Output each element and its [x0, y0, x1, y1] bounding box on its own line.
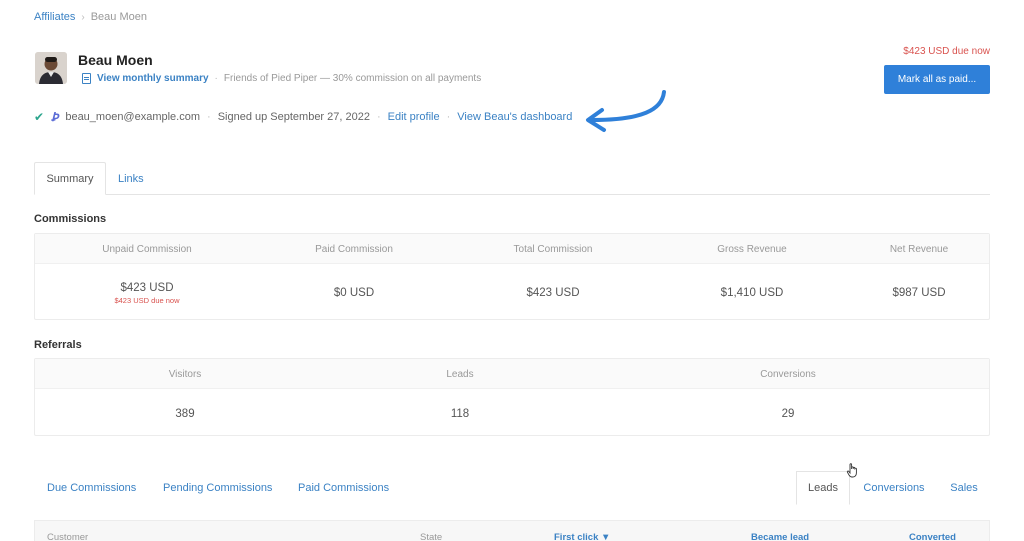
- due-now-label: $423 USD due now: [903, 46, 990, 57]
- visitors-value: 389: [175, 408, 195, 420]
- breadcrumb-current: Beau Moen: [90, 11, 147, 23]
- affiliate-name: Beau Moen: [78, 52, 153, 68]
- breadcrumb-affiliates-link[interactable]: Affiliates: [34, 11, 75, 23]
- commissions-title: Commissions: [34, 213, 107, 225]
- avatar: [35, 52, 67, 84]
- paid-commission-value: $0 USD: [333, 287, 375, 299]
- tab-due-commissions[interactable]: Due Commissions: [47, 471, 136, 505]
- signup-date: Signed up September 27, 2022: [217, 111, 370, 123]
- separator-dot: ·: [214, 73, 218, 84]
- referrals-title: Referrals: [34, 339, 82, 351]
- conversions-value: 29: [781, 408, 795, 420]
- total-commission-label: Total Commission: [513, 243, 593, 255]
- column-first-click[interactable]: First click ▼: [554, 532, 610, 541]
- column-state[interactable]: State: [420, 532, 442, 541]
- tab-summary[interactable]: Summary: [34, 162, 106, 195]
- breadcrumb-separator: ›: [81, 11, 85, 23]
- breadcrumb: Affiliates › Beau Moen: [34, 11, 147, 23]
- net-revenue-label: Net Revenue: [889, 243, 949, 255]
- profile-tabs: Summary Links: [34, 162, 990, 195]
- column-became-lead[interactable]: Became lead: [751, 532, 809, 541]
- commissions-panel: Unpaid Commission Paid Commission Total …: [34, 233, 990, 320]
- mark-all-paid-button[interactable]: Mark all as paid...: [884, 65, 990, 94]
- tab-paid-commissions[interactable]: Paid Commissions: [298, 471, 389, 505]
- separator-dot: ·: [446, 111, 451, 123]
- affiliate-subline: View monthly summary · Friends of Pied P…: [82, 73, 481, 84]
- referrals-panel: Visitors Leads Conversions 389 118 29: [34, 358, 990, 436]
- document-icon: [82, 73, 91, 84]
- unpaid-commission-cell: $423 USD $423 USD due now: [35, 272, 259, 314]
- tab-pending-commissions[interactable]: Pending Commissions: [163, 471, 272, 505]
- affiliate-info-line: ✔ Ꝧ beau_moen@example.com · Signed up Se…: [34, 110, 572, 124]
- leads-table-header: Customer State First click ▼ Became lead…: [34, 520, 990, 541]
- edit-profile-link[interactable]: Edit profile: [388, 111, 440, 123]
- visitors-label: Visitors: [168, 368, 202, 380]
- paid-commission-label: Paid Commission: [315, 243, 393, 255]
- separator-dot: ·: [207, 111, 211, 123]
- tab-conversions[interactable]: Conversions: [850, 471, 938, 505]
- annotation-arrow-icon: [586, 90, 666, 132]
- unpaid-commission-label: Unpaid Commission: [102, 243, 192, 255]
- tab-leads[interactable]: Leads: [796, 471, 850, 505]
- gross-revenue-label: Gross Revenue: [717, 243, 787, 255]
- leads-value: 118: [450, 408, 470, 420]
- view-monthly-summary-link[interactable]: View monthly summary: [97, 73, 209, 84]
- column-customer[interactable]: Customer: [47, 532, 88, 541]
- separator-dot: ·: [376, 111, 381, 123]
- total-commission-value: $423 USD: [526, 287, 580, 299]
- unpaid-commission-value: $423 USD: [120, 281, 174, 294]
- hand-cursor-icon: [846, 463, 857, 478]
- column-converted[interactable]: Converted: [909, 532, 956, 541]
- tab-links[interactable]: Links: [118, 162, 144, 195]
- view-dashboard-link[interactable]: View Beau's dashboard: [457, 111, 572, 123]
- stripe-icon: Ꝧ: [51, 110, 59, 124]
- gross-revenue-value: $1,410 USD: [720, 287, 784, 299]
- unpaid-due-now: $423 USD due now: [114, 295, 180, 305]
- tab-sales[interactable]: Sales: [938, 471, 990, 505]
- net-revenue-value: $987 USD: [892, 287, 946, 299]
- leads-label: Leads: [446, 368, 474, 380]
- check-icon: ✔: [34, 110, 45, 124]
- conversions-label: Conversions: [760, 368, 816, 380]
- affiliate-email: beau_moen@example.com: [65, 111, 201, 123]
- program-label: Friends of Pied Piper — 30% commission o…: [223, 73, 482, 84]
